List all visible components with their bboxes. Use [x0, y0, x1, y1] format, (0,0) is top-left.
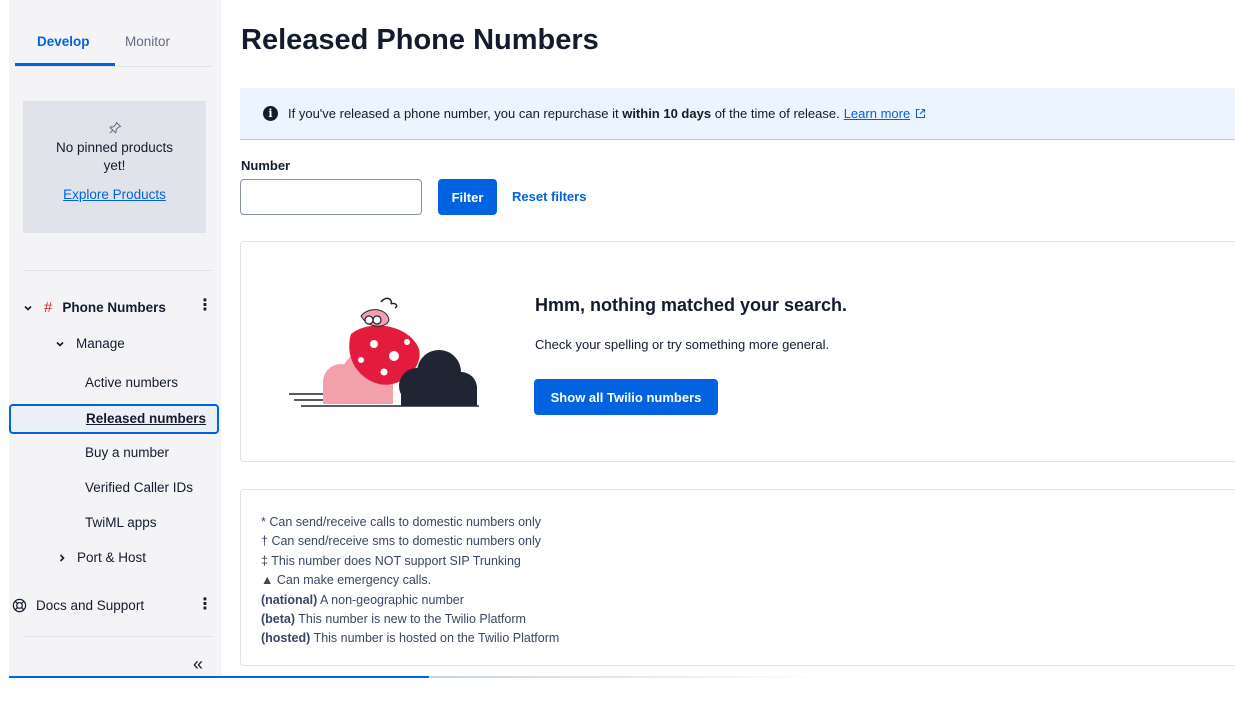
legend-item: (national) A non-geographic number [261, 591, 559, 610]
sidebar-item-twiml-apps[interactable]: TwiML apps [85, 515, 157, 530]
empty-state-card: Hmm, nothing matched your search. Check … [240, 241, 1235, 462]
legend-text: This number is new to the Twilio Platfor… [298, 612, 526, 627]
phone-numbers-more-icon[interactable]: ⋮ [197, 298, 213, 314]
banner-text-before: If you've released a phone number, you c… [288, 106, 623, 121]
horizontal-scrollbar[interactable] [9, 676, 429, 678]
external-link-icon[interactable] [915, 108, 926, 119]
chevron-down-icon [24, 305, 32, 311]
collapse-sidebar-icon[interactable]: « [193, 654, 203, 675]
sidebar-item-active-numbers[interactable]: Active numbers [85, 375, 178, 390]
legend-item: * Can send/receive calls to domestic num… [261, 513, 559, 532]
legend-item: (hosted) This number is hosted on the Tw… [261, 629, 559, 648]
tab-monitor[interactable]: Monitor [125, 34, 170, 49]
legend-bold: (hosted) [261, 631, 311, 646]
sidebar-divider [23, 270, 213, 271]
legend-text: This number does NOT support SIP Trunkin… [271, 553, 521, 568]
page-title: Released Phone Numbers [241, 24, 599, 56]
filter-button[interactable]: Filter [438, 179, 497, 215]
number-field-label: Number [241, 158, 291, 173]
sidebar: Develop Monitor No pinned products yet! … [9, 0, 221, 677]
empty-search-illustration [289, 297, 479, 407]
legend-prefix: ‡ [261, 553, 268, 568]
legend-text: This number is hosted on the Twilio Plat… [313, 631, 560, 646]
info-icon: i [263, 106, 278, 121]
explore-products-link[interactable]: Explore Products [63, 187, 166, 202]
legend-text: Can send/receive sms to domestic numbers… [271, 534, 541, 549]
sidebar-divider [23, 636, 213, 637]
empty-state-subtext: Check your spelling or try something mor… [535, 337, 830, 352]
legend-text: Can make emergency calls. [276, 573, 432, 588]
show-all-numbers-button[interactable]: Show all Twilio numbers [534, 379, 718, 415]
sidebar-item-released-numbers[interactable]: Released numbers [9, 404, 219, 434]
legend-bold: (beta) [261, 612, 296, 627]
hash-icon: # [44, 299, 53, 316]
scrollbar-track [429, 676, 829, 678]
sidebar-item-phone-numbers[interactable]: # Phone Numbers [23, 299, 166, 316]
lifebuoy-icon [12, 598, 27, 613]
tab-develop[interactable]: Develop [37, 34, 90, 49]
sidebar-item-label: Buy a number [85, 445, 170, 460]
legend-item: (beta) This number is new to the Twilio … [261, 610, 559, 629]
legend-list: * Can send/receive calls to domestic num… [261, 513, 559, 649]
chevron-down-icon [56, 341, 64, 347]
legend-prefix: * [261, 515, 266, 529]
legend-item: † Can send/receive sms to domestic numbe… [261, 532, 559, 551]
legend-item: ‡ This number does NOT support SIP Trunk… [261, 552, 559, 571]
legend-text: A non-geographic number [320, 592, 464, 607]
docs-support-more-icon[interactable]: ⋮ [197, 597, 213, 613]
legend-text: Can send/receive calls to domestic numbe… [269, 515, 542, 529]
reset-filters-link[interactable]: Reset filters [512, 189, 586, 204]
legend-card: * Can send/receive calls to domestic num… [240, 489, 1235, 666]
sidebar-item-port-host[interactable]: Port & Host [57, 550, 146, 565]
sidebar-item-label: TwiML apps [85, 515, 157, 530]
sidebar-item-manage[interactable]: Manage [55, 336, 125, 351]
sidebar-item-buy-number[interactable]: Buy a number [85, 445, 169, 460]
sidebar-item-label: Port & Host [77, 550, 147, 565]
learn-more-link[interactable]: Learn more [844, 106, 910, 121]
pinned-products-panel: No pinned products yet! Explore Products [23, 101, 206, 233]
legend-prefix: ▲ [261, 573, 274, 588]
sidebar-item-label: Active numbers [85, 375, 179, 390]
legend-bold: (national) [261, 592, 318, 607]
empty-state-heading: Hmm, nothing matched your search. [535, 295, 848, 315]
sidebar-item-label: Manage [76, 336, 125, 351]
chevron-right-icon [59, 553, 65, 562]
sidebar-item-label: Docs and Support [36, 598, 145, 613]
legend-item: ▲ Can make emergency calls. [261, 571, 559, 590]
no-pinned-products-text: No pinned products yet! [55, 140, 174, 173]
pin-icon [108, 121, 121, 134]
banner-text-after: of the time of release. [711, 106, 840, 121]
sidebar-item-docs-support[interactable]: Docs and Support [12, 598, 144, 613]
info-banner: i If you've released a phone number, you… [240, 88, 1235, 140]
sidebar-item-label: Phone Numbers [62, 300, 166, 315]
active-tab-indicator [15, 63, 115, 66]
sidebar-tabs: Develop Monitor [15, 0, 213, 67]
legend-prefix: † [261, 534, 268, 549]
sidebar-item-label: Verified Caller IDs [85, 480, 194, 495]
number-input[interactable] [240, 179, 422, 215]
banner-bold-text: within 10 days [622, 106, 712, 121]
sidebar-item-verified-caller-ids[interactable]: Verified Caller IDs [85, 480, 193, 495]
